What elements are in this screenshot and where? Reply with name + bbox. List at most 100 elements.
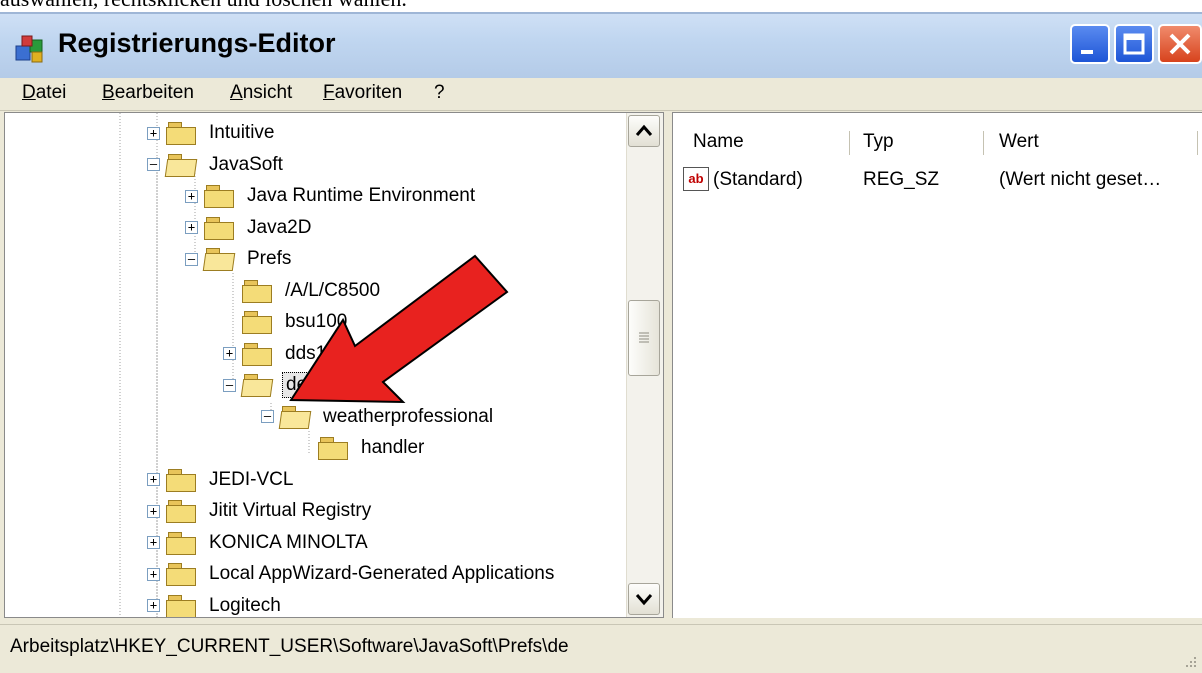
tree-item-label: Logitech (209, 594, 281, 616)
tree-item-label: weatherprofessional (323, 405, 494, 427)
tree-scrollbar[interactable] (626, 113, 663, 617)
tree-item[interactable]: handler (299, 432, 427, 464)
regedit-window: Registrierungs-Editor Datei Bearbeiten A… (0, 12, 1202, 673)
tree-item-label: de (282, 372, 312, 398)
tree-item[interactable]: + KONICA MINOLTA (147, 527, 371, 559)
folder-icon (166, 561, 198, 587)
resize-grip-icon[interactable] (1180, 651, 1198, 669)
column-header-value[interactable]: Wert (999, 131, 1039, 153)
folder-icon (242, 309, 274, 335)
registry-tree[interactable]: + Intuitive – JavaSoft + Java Runtime Environ… (4, 112, 664, 618)
regedit-app-icon (15, 35, 43, 63)
window-title: Registrierungs-Editor (58, 28, 336, 58)
tree-item-label: /A/L/C8500 (285, 279, 381, 301)
column-divider[interactable] (983, 131, 984, 155)
folder-open-icon (278, 404, 312, 430)
tree-item[interactable]: – weatherprofessional (261, 401, 496, 433)
tree-item-label: JavaSoft (209, 153, 283, 175)
folder-open-icon (202, 246, 236, 272)
folder-icon (204, 215, 236, 241)
ab-string-icon: ab (683, 167, 709, 191)
tree-item[interactable]: + Jitit Virtual Registry (147, 495, 374, 527)
close-icon (1169, 33, 1191, 55)
tree-item[interactable]: + Java Runtime Environment (185, 180, 478, 212)
menu-bearbeiten[interactable]: Bearbeiten (102, 82, 194, 104)
list-header: Name Typ Wert (673, 127, 1202, 159)
tree-item[interactable]: bsu100 (223, 306, 350, 338)
value-data: (Wert nicht geset… (999, 169, 1162, 190)
scroll-down-button[interactable] (628, 583, 660, 615)
expand-icon[interactable]: + (147, 536, 160, 549)
column-header-name[interactable]: Name (693, 131, 744, 153)
folder-icon (204, 183, 236, 209)
expand-icon[interactable]: + (223, 347, 236, 360)
tree-item[interactable]: + JEDI-VCL (147, 464, 296, 496)
minimize-button[interactable] (1070, 24, 1110, 64)
expand-icon[interactable]: + (185, 221, 198, 234)
value-name: (Standard) (713, 169, 803, 190)
tree-item[interactable]: – Prefs (185, 243, 294, 275)
menu-help[interactable]: ? (434, 82, 445, 104)
column-divider[interactable] (1197, 131, 1198, 155)
tree-item-label: dds10 (285, 342, 337, 364)
title-bar[interactable]: Registrierungs-Editor (0, 12, 1202, 78)
folder-icon (166, 593, 198, 617)
expand-icon[interactable]: + (147, 504, 160, 518)
tree-item-label: bsu100 (285, 311, 348, 332)
folder-icon (166, 530, 198, 556)
caption-text: auswählen, rechtsklicken und löschen wäh… (0, 0, 407, 11)
collapse-icon[interactable]: – (223, 378, 236, 392)
menu-ansicht[interactable]: Ansicht (230, 82, 292, 104)
menu-favoriten[interactable]: Favoriten (323, 82, 402, 104)
tree-item[interactable]: + Local AppWizard-Generated Applications (147, 558, 557, 590)
tree-item[interactable]: + Logitech (147, 590, 284, 617)
tree-item[interactable]: + Java2D (185, 212, 314, 244)
tree-item-label: Local AppWizard-Generated Applications (209, 563, 555, 584)
close-button[interactable] (1158, 24, 1202, 64)
folder-icon (166, 498, 198, 524)
folder-icon (318, 435, 350, 461)
expand-icon[interactable]: + (185, 189, 198, 203)
column-divider[interactable] (849, 131, 850, 155)
maximize-button[interactable] (1114, 24, 1154, 64)
tree-item-label: Intuitive (209, 122, 275, 143)
tree-item-label: JEDI-VCL (209, 468, 294, 490)
tree-item[interactable]: – JavaSoft (147, 149, 286, 181)
folder-open-icon (240, 372, 274, 398)
chevron-up-icon (635, 124, 653, 136)
folder-icon (242, 278, 274, 304)
tree-item-label: Jitit Virtual Registry (209, 500, 372, 521)
tree-item[interactable]: + Intuitive (147, 117, 277, 149)
folder-icon (242, 341, 274, 367)
column-header-type[interactable]: Typ (863, 131, 894, 153)
folder-icon (166, 467, 198, 493)
expand-icon[interactable]: + (147, 567, 160, 581)
tree-item[interactable]: – de (223, 369, 312, 401)
tree-item-label: KONICA MINOLTA (209, 531, 368, 553)
values-list[interactable]: Name Typ Wert ab (Standard) REG_SZ (Wert… (672, 112, 1202, 618)
tree-item[interactable]: /A/L/C8500 (223, 275, 383, 307)
folder-open-icon (164, 152, 198, 178)
menu-datei[interactable]: Datei (22, 82, 66, 104)
tree-item-label: Java Runtime Environment (247, 185, 476, 206)
value-type: REG_SZ (863, 169, 940, 190)
pane-splitter[interactable] (664, 112, 672, 618)
collapse-icon[interactable]: – (147, 158, 160, 171)
list-item[interactable]: ab (Standard) REG_SZ (Wert nicht geset… (673, 165, 1202, 197)
collapse-icon[interactable]: – (185, 252, 198, 266)
tree-item-label: handler (361, 437, 425, 458)
expand-icon[interactable]: + (147, 599, 160, 612)
tree-item[interactable]: + dds10 (223, 338, 340, 370)
chevron-down-icon (635, 594, 653, 606)
status-path: Arbeitsplatz\HKEY_CURRENT_USER\Software\… (10, 636, 569, 657)
minimize-icon (1081, 50, 1093, 54)
scroll-thumb[interactable] (628, 300, 660, 376)
grip-lines-icon (639, 332, 649, 343)
menu-bar: Datei Bearbeiten Ansicht Favoriten ? (0, 78, 1202, 111)
tree-item-label: Java2D (247, 216, 312, 238)
expand-icon[interactable]: + (147, 126, 160, 140)
maximize-icon (1123, 33, 1145, 55)
collapse-icon[interactable]: – (261, 410, 274, 423)
expand-icon[interactable]: + (147, 473, 160, 486)
scroll-up-button[interactable] (628, 115, 660, 147)
